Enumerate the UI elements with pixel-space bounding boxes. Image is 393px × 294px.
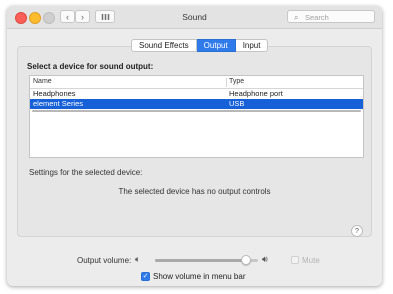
show-volume-label: Show volume in menu bar xyxy=(153,272,246,281)
sound-preferences-window: ‹ › Sound ⌕ Search Sound Effects Output … xyxy=(7,6,382,286)
volume-slider[interactable] xyxy=(155,255,258,265)
table-header: Name Type xyxy=(30,76,363,89)
show-volume-checkbox[interactable]: ✓ xyxy=(141,272,150,281)
tab-output[interactable]: Output xyxy=(196,39,236,52)
speaker-low-icon: 🔈︎ xyxy=(135,254,141,264)
volume-slider-fill xyxy=(155,259,246,262)
tab-input[interactable]: Input xyxy=(235,39,269,52)
column-separator xyxy=(226,78,227,87)
column-header-name[interactable]: Name xyxy=(33,78,52,85)
volume-slider-knob[interactable] xyxy=(241,255,251,265)
tab-bar: Sound Effects Output Input xyxy=(131,39,269,52)
search-input[interactable]: ⌕ Search xyxy=(287,10,375,23)
device-type: Headphone port xyxy=(229,89,283,98)
mute-checkbox[interactable] xyxy=(291,256,299,264)
settings-label: Settings for the selected device: xyxy=(29,168,143,177)
search-placeholder: Search xyxy=(305,12,329,22)
column-header-type[interactable]: Type xyxy=(229,78,244,85)
horizontal-scrollbar[interactable] xyxy=(32,110,361,112)
device-name: Headphones xyxy=(33,89,76,98)
output-volume-label: Output volume: xyxy=(77,256,132,265)
device-type: USB xyxy=(229,99,245,108)
tab-sound-effects[interactable]: Sound Effects xyxy=(131,39,197,52)
speaker-high-icon: 🔊︎ xyxy=(262,254,268,264)
device-name: element Series xyxy=(33,99,84,108)
table-row-selected[interactable]: element Series USB xyxy=(30,99,363,109)
mute-label: Mute xyxy=(302,256,320,265)
help-button[interactable]: ? xyxy=(351,225,363,237)
device-table[interactable]: Name Type Headphones Headphone port elem… xyxy=(29,75,364,158)
table-row[interactable]: Headphones Headphone port xyxy=(30,89,363,99)
output-device-heading: Select a device for sound output: xyxy=(27,62,154,71)
title-bar: ‹ › Sound ⌕ Search xyxy=(7,6,382,29)
search-icon: ⌕ xyxy=(294,13,299,22)
no-controls-message: The selected device has no output contro… xyxy=(118,187,271,196)
